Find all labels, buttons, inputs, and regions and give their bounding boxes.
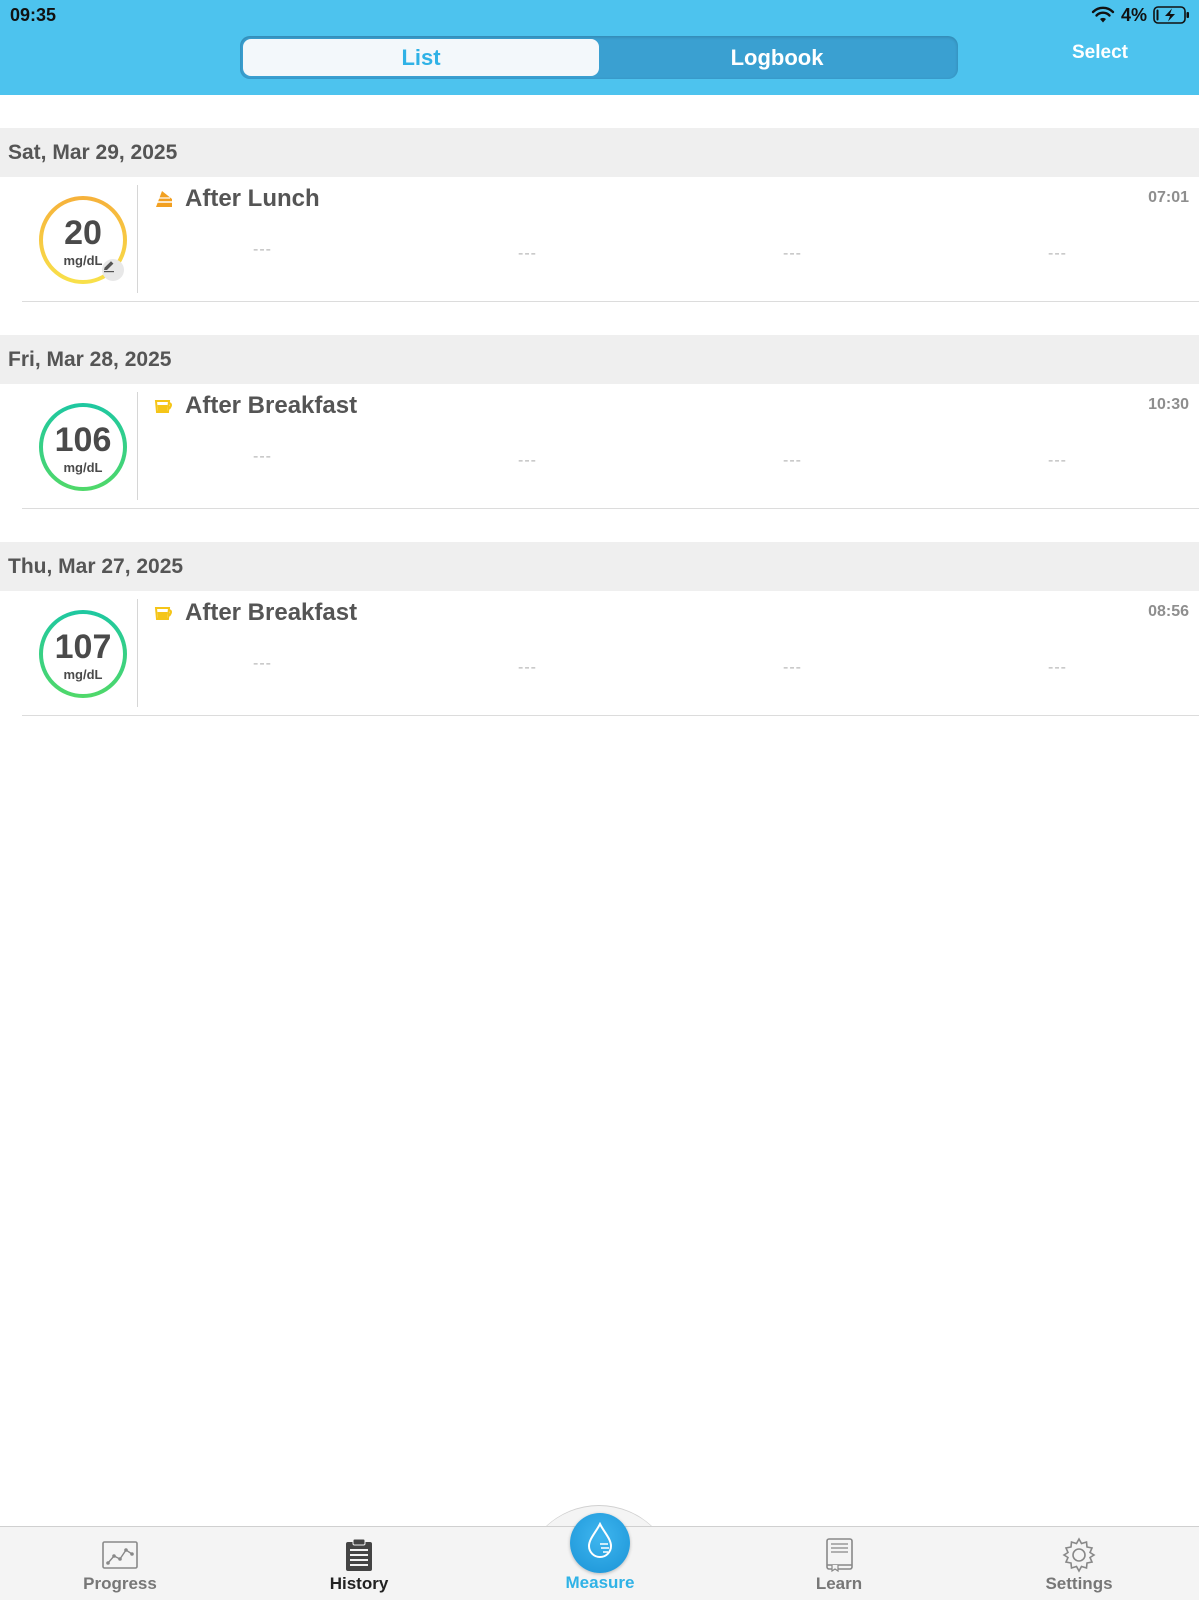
glucose-value: 106 — [54, 421, 112, 459]
tab-learn[interactable]: Learn — [759, 1527, 919, 1600]
reading-row[interactable]: 20 mg/dL After Lunch 07:01 --- --- --- -… — [0, 177, 1199, 302]
header-bar: 09:35 4% List Logbook Select — [0, 0, 1199, 95]
clipboard-list-icon — [345, 1538, 373, 1571]
field-placeholder: --- — [253, 655, 272, 672]
meal-label: After Lunch — [185, 185, 320, 212]
battery-charging-icon — [1153, 5, 1191, 25]
field-placeholder: --- — [518, 245, 537, 262]
reading-time: 10:30 — [1148, 396, 1189, 413]
history-screen: 09:35 4% List Logbook Select Sat, Mar 29… — [0, 0, 1199, 1600]
date-header: Thu, Mar 27, 2025 — [0, 542, 1199, 591]
tab-settings[interactable]: Settings — [999, 1527, 1159, 1600]
glucose-gauge: 20 mg/dL — [38, 195, 128, 285]
wifi-icon — [1091, 6, 1115, 24]
reading-row[interactable]: 106 mg/dL After Breakfast 10:30 --- --- … — [0, 384, 1199, 509]
meal-breakfast-icon — [154, 603, 174, 623]
row-divider — [137, 185, 138, 293]
tab-measure[interactable] — [570, 1513, 630, 1573]
meal-label: After Breakfast — [185, 599, 358, 626]
status-icons: 4% — [1091, 4, 1191, 26]
blood-drop-icon — [585, 1521, 615, 1565]
date-section: Fri, Mar 28, 2025 106 mg/dL After Breakf… — [0, 335, 1199, 509]
date-section: Sat, Mar 29, 2025 20 mg/dL After Lunch 0… — [0, 128, 1199, 302]
meal-breakfast-icon — [154, 396, 174, 416]
field-placeholder: --- — [783, 452, 802, 469]
progress-chart-icon — [102, 1539, 138, 1571]
status-time: 09:35 — [10, 5, 57, 25]
row-divider — [137, 599, 138, 707]
reading-row[interactable]: 107 mg/dL After Breakfast 08:56 --- --- … — [0, 591, 1199, 716]
glucose-value: 107 — [54, 628, 112, 666]
meal-label: After Breakfast — [185, 392, 358, 419]
field-placeholder: --- — [518, 659, 537, 676]
glucose-unit: mg/dL — [63, 667, 103, 682]
glucose-gauge: 106 mg/dL — [38, 402, 128, 492]
meal-lunch-icon — [154, 189, 174, 209]
field-placeholder: --- — [253, 241, 272, 258]
select-button[interactable]: Select — [1040, 42, 1160, 64]
tab-history[interactable]: History — [279, 1527, 439, 1600]
reading-time: 08:56 — [1148, 603, 1189, 620]
field-placeholder: --- — [518, 452, 537, 469]
readings-list: Sat, Mar 29, 2025 20 mg/dL After Lunch 0… — [0, 95, 1199, 716]
tab-label: Settings — [1045, 1574, 1113, 1593]
date-header: Sat, Mar 29, 2025 — [0, 128, 1199, 177]
glucose-value: 20 — [64, 214, 102, 252]
view-segmented-control: List Logbook — [240, 36, 958, 79]
field-placeholder: --- — [1048, 245, 1067, 262]
tab-label: Progress — [83, 1574, 157, 1593]
gear-icon — [1061, 1537, 1097, 1573]
segment-logbook[interactable]: Logbook — [599, 39, 955, 76]
glucose-gauge: 107 mg/dL — [38, 609, 128, 699]
date-section: Thu, Mar 27, 2025 107 mg/dL After Breakf… — [0, 542, 1199, 716]
field-placeholder: --- — [253, 448, 272, 465]
field-placeholder: --- — [783, 245, 802, 262]
tab-measure-label[interactable]: Measure — [520, 1573, 680, 1593]
glucose-unit: mg/dL — [63, 460, 103, 475]
field-placeholder: --- — [1048, 659, 1067, 676]
tab-progress[interactable]: Progress — [40, 1527, 200, 1600]
tab-label: Learn — [815, 1574, 863, 1593]
edited-pencil-icon — [102, 259, 124, 281]
segment-list[interactable]: List — [243, 39, 599, 76]
reading-time: 07:01 — [1148, 189, 1189, 206]
field-placeholder: --- — [783, 659, 802, 676]
tab-label: History — [329, 1574, 389, 1593]
battery-percent: 4% — [1120, 4, 1147, 25]
field-placeholder: --- — [1048, 452, 1067, 469]
book-icon — [824, 1538, 854, 1572]
date-header: Fri, Mar 28, 2025 — [0, 335, 1199, 384]
row-divider — [137, 392, 138, 500]
